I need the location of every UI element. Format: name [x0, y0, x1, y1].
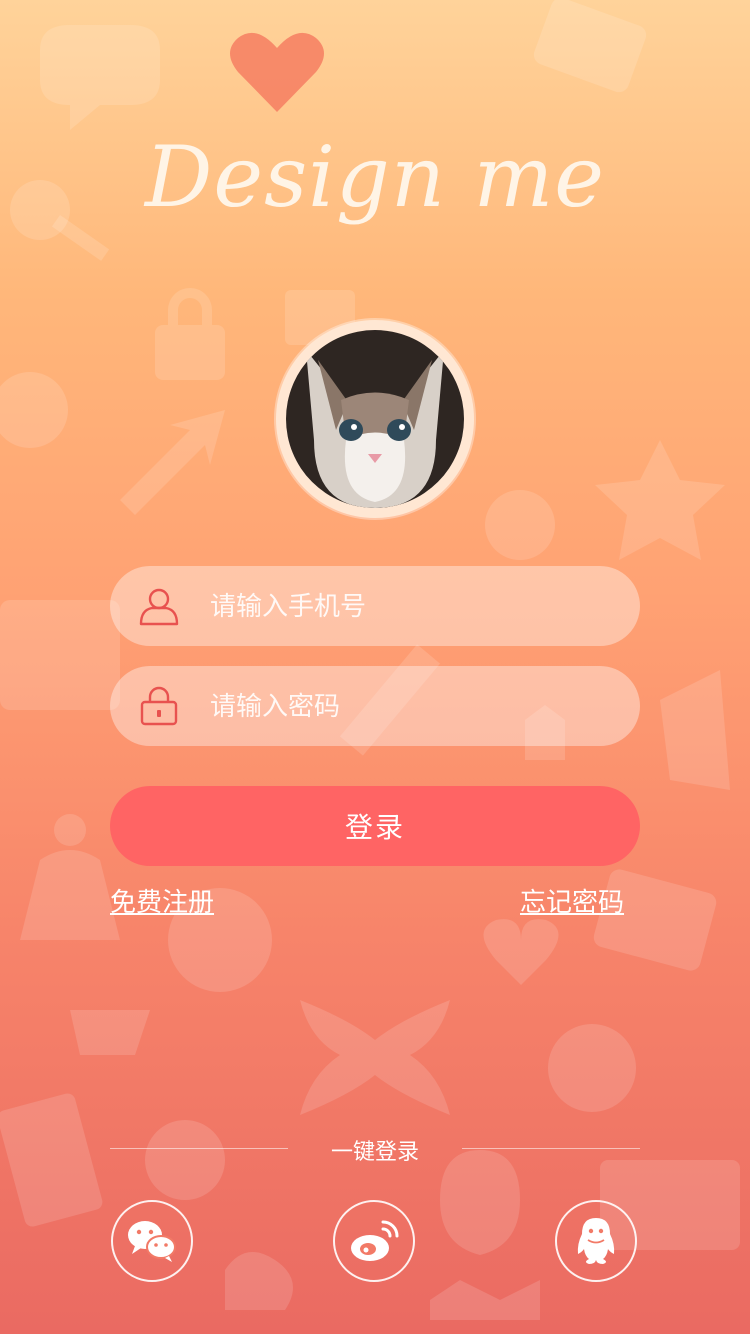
password-input[interactable] [208, 666, 612, 748]
cat-avatar [286, 330, 464, 508]
avatar[interactable] [286, 330, 464, 508]
lock-icon [140, 686, 178, 726]
one-click-login-title: 一键登录 [330, 1140, 419, 1165]
phone-input[interactable] [208, 566, 612, 648]
login-button[interactable]: 登录 [110, 786, 640, 866]
qq-icon [577, 1218, 615, 1264]
avatar-frame [276, 320, 474, 518]
user-icon [139, 588, 179, 626]
divider-right [462, 1148, 640, 1149]
forgot-password-link[interactable]: 忘记密码 [520, 882, 624, 919]
app-logo: Design me [145, 128, 605, 226]
weibo-icon [351, 1220, 399, 1261]
weibo-login-button[interactable] [333, 1200, 415, 1282]
phone-field [110, 566, 640, 648]
divider-left [110, 1148, 288, 1149]
wechat-login-button[interactable] [111, 1200, 193, 1282]
heart-icon [230, 32, 324, 113]
qq-login-button[interactable] [555, 1200, 637, 1282]
wechat-icon [128, 1221, 176, 1262]
password-field [110, 666, 640, 748]
register-link[interactable]: 免费注册 [110, 882, 214, 919]
